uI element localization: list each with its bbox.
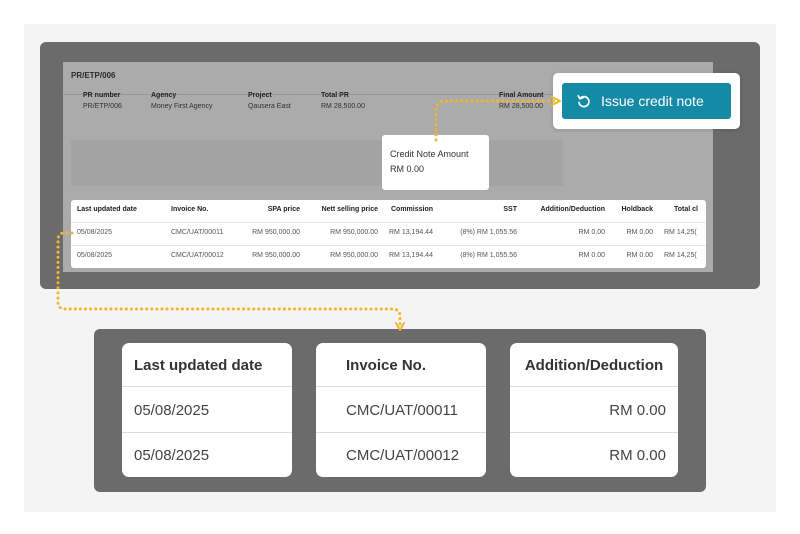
page-title: PR/ETP/006 [71,71,116,80]
table-cell: CMC/UAT/00011 [171,229,224,236]
table-row[interactable]: 05/08/2025 CMC/UAT/00011 RM 950,000.00 R… [71,222,706,244]
credit-note-value: RM 0.00 [390,164,425,174]
summary-value: RM 28,500.00 [321,103,365,110]
table-cell: 05/08/2025 [77,252,113,259]
table-cell: CMC/UAT/00012 [171,252,224,259]
invoice-table: Last updated date Invoice No. SPA price … [71,200,706,268]
summary-total-pr: Total PR RM 28,500.00 [321,90,365,112]
summary-agency: Agency Money First Agency [151,90,212,112]
zoom-header: Last updated date [122,343,292,387]
table-cell: RM 0.00 [626,252,653,259]
column-header: Invoice No. [171,206,209,213]
summary-value: Qausera East [248,103,291,110]
summary-final-amount: Final Amount RM 28,500.00 [499,90,543,112]
column-header: SPA price [267,206,300,213]
column-header: SST [503,206,517,213]
column-header: Total cl [674,206,698,213]
table-cell: 05/08/2025 [77,229,113,236]
summary-label: Project [248,92,272,99]
credit-note-amount-card: Credit Note Amount RM 0.00 [382,135,489,190]
summary-value: RM 28,500.00 [499,103,543,110]
table-row[interactable]: 05/08/2025 CMC/UAT/00012 RM 950,000.00 R… [71,245,706,267]
zoom-cell: CMC/UAT/00011 [346,402,458,419]
table-cell: (8%) RM 1,055.56 [460,229,517,236]
summary-pr-number: PR number PR/ETP/006 [83,90,122,112]
table-cell: RM 14,25( [664,229,697,236]
summary-value: PR/ETP/006 [83,103,122,110]
issue-credit-note-button[interactable]: Issue credit note [562,83,731,119]
table-cell: RM 13,194.44 [389,229,433,236]
zoom-card-last-updated: Last updated date 05/08/2025 05/08/2025 [122,343,292,477]
table-header-row: Last updated date Invoice No. SPA price … [71,200,706,222]
column-header: Commission [391,206,434,213]
table-cell: (8%) RM 1,055.56 [460,252,517,259]
summary-panel [71,140,563,186]
table-cell: RM 14,25( [664,252,697,259]
summary-label: PR number [83,92,121,99]
zoom-cell: 05/08/2025 [122,432,292,476]
zoom-header: Addition/Deduction [510,343,678,387]
summary-label: Final Amount [499,92,544,99]
table-cell: RM 950,000.00 [330,252,378,259]
table-cell: RM 0.00 [626,229,653,236]
issue-credit-note-callout: Issue credit note [553,73,740,129]
summary-label: Total PR [321,92,349,99]
table-cell: RM 0.00 [578,252,605,259]
column-header: Holdback [621,206,653,213]
undo-icon [577,94,590,108]
zoom-card-addition-deduction: Addition/Deduction RM 0.00 RM 0.00 [510,343,678,477]
zoom-cell: RM 0.00 [609,402,666,419]
zoom-card-invoice: Invoice No. CMC/UAT/00011 CMC/UAT/00012 [316,343,486,477]
column-header: Nett selling price [321,206,378,213]
summary-project: Project Qausera East [248,90,291,112]
table-cell: RM 950,000.00 [252,252,300,259]
zoom-cell: CMC/UAT/00012 [316,432,486,476]
table-cell: RM 950,000.00 [330,229,378,236]
table-cell: RM 13,194.44 [389,252,433,259]
column-header: Addition/Deduction [540,206,605,213]
zoom-header: Invoice No. [316,343,486,387]
zoom-cell: 05/08/2025 [134,402,210,419]
summary-value: Money First Agency [151,103,213,110]
table-cell: RM 0.00 [578,229,605,236]
table-cell: RM 950,000.00 [252,229,300,236]
credit-note-label: Credit Note Amount [390,149,469,159]
zoom-cell: RM 0.00 [510,432,678,476]
summary-label: Agency [151,92,177,99]
issue-credit-note-label: Issue credit note [601,93,704,109]
column-header: Last updated date [77,206,137,213]
